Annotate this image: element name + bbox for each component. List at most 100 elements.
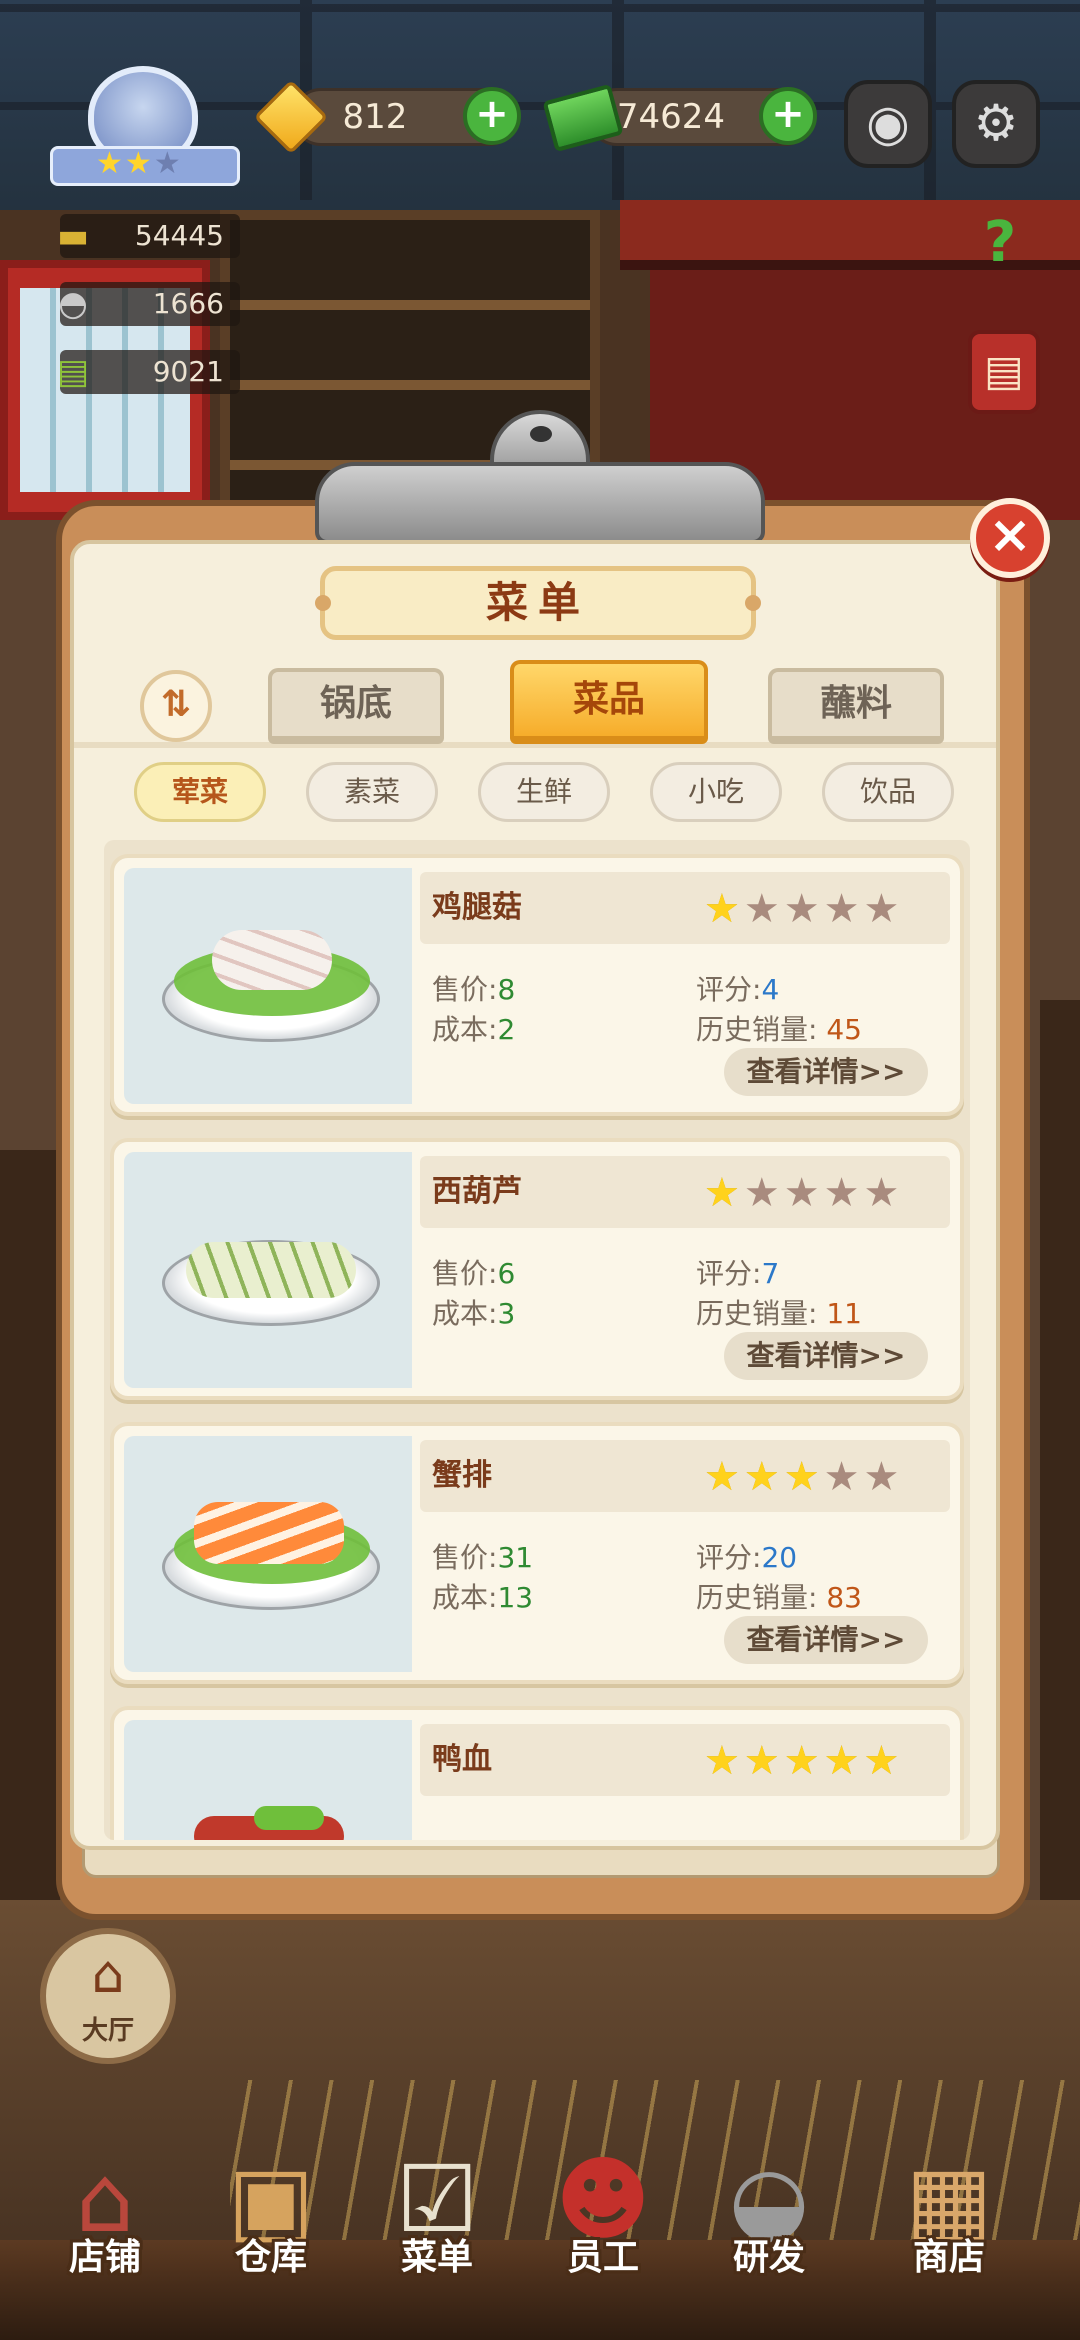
badge-star-icon: ★ bbox=[96, 146, 125, 181]
menu-title: 菜单 bbox=[485, 578, 590, 627]
dish-name: 鸡腿菇 bbox=[432, 890, 522, 925]
nav-store-label: 店铺 bbox=[68, 2237, 141, 2278]
star-empty-icon: ★ bbox=[783, 886, 824, 932]
badge-stars: ★★★ bbox=[96, 146, 183, 181]
stat-coins-value: 54445 bbox=[134, 219, 224, 252]
category-fresh[interactable]: 生鲜 bbox=[478, 762, 610, 822]
help-book-button[interactable]: ? bbox=[960, 210, 1040, 290]
sales-value: 83 bbox=[826, 1581, 862, 1614]
dish-cost: 成本:3 bbox=[432, 1292, 515, 1332]
restaurant-level-badge[interactable]: ★★★ bbox=[50, 58, 240, 188]
stat-reputation-value: 9021 bbox=[152, 355, 224, 388]
help-book-icon: ? bbox=[983, 210, 1017, 275]
add-gems-button[interactable]: + bbox=[463, 87, 521, 145]
star-empty-icon: ★ bbox=[743, 1170, 784, 1216]
right-pillar bbox=[1040, 1000, 1080, 1950]
dish-card[interactable]: 蟹排 ★★★★★ 售价:31 成本:13 评分:20 历史销量: 83 查看详情… bbox=[110, 1422, 964, 1684]
tab-soup-base[interactable]: 锅底 bbox=[268, 668, 444, 744]
hall-label: 大厅 bbox=[81, 2016, 134, 2046]
cost-label: 成本: bbox=[432, 1013, 498, 1046]
star-empty-icon: ★ bbox=[823, 1170, 864, 1216]
sales-label: 历史销量: bbox=[696, 1581, 818, 1614]
dish-price: 售价:31 bbox=[432, 1536, 533, 1576]
category-vegetable-label: 素菜 bbox=[343, 775, 400, 808]
price-value: 8 bbox=[497, 973, 516, 1006]
score-value: 4 bbox=[761, 973, 780, 1006]
dish-sales: 历史销量: 45 bbox=[696, 1008, 862, 1048]
category-drinks-label: 饮品 bbox=[859, 775, 916, 808]
star-empty-icon: ★ bbox=[863, 1170, 904, 1216]
star-empty-icon: ★ bbox=[863, 886, 904, 932]
dish-thumbnail bbox=[124, 1436, 412, 1672]
dish-cost: 成本:13 bbox=[432, 1576, 533, 1616]
nav-research-label: 研发 bbox=[732, 2237, 805, 2278]
category-meat[interactable]: 荤菜 bbox=[134, 762, 266, 822]
dish-stars: ★★★★★ bbox=[704, 1170, 903, 1216]
coin-pile-icon: ▬ bbox=[56, 216, 90, 256]
dish-price: 售价:6 bbox=[432, 1252, 515, 1292]
score-value: 7 bbox=[761, 1257, 780, 1290]
star-filled-icon: ★ bbox=[783, 1454, 824, 1500]
scroll-icon: ▤ bbox=[984, 346, 1024, 395]
dish-thumbnail bbox=[124, 1152, 412, 1388]
score-value: 20 bbox=[761, 1541, 798, 1574]
tab-sauces-label: 蘸料 bbox=[819, 683, 892, 724]
tab-dishes-label: 菜品 bbox=[572, 679, 645, 720]
badge-star-icon: ★ bbox=[124, 146, 154, 181]
dish-card[interactable]: 鸡腿菇 ★★★★★ 售价:8 成本:2 评分:4 历史销量: 45 查看详情>> bbox=[110, 854, 964, 1116]
close-icon: × bbox=[988, 505, 1032, 565]
dish-price: 售价:8 bbox=[432, 968, 515, 1008]
price-value: 31 bbox=[497, 1541, 534, 1574]
cost-value: 2 bbox=[497, 1013, 516, 1046]
dish-name: 鸭血 bbox=[432, 1742, 492, 1777]
side-book-button[interactable]: ▤ bbox=[968, 330, 1040, 414]
view-details-button[interactable]: 查看详情>> bbox=[724, 1616, 928, 1664]
nav-warehouse-label: 仓库 bbox=[234, 2237, 307, 2278]
category-snack-label: 小吃 bbox=[687, 775, 744, 808]
star-filled-icon: ★ bbox=[704, 1454, 744, 1500]
clipboard-clip bbox=[315, 410, 765, 544]
tab-sauces[interactable]: 蘸料 bbox=[768, 668, 944, 744]
category-fresh-label: 生鲜 bbox=[515, 775, 572, 808]
dish-card[interactable]: 西葫芦 ★★★★★ 售价:6 成本:3 评分:7 历史销量: 11 查看详情>> bbox=[110, 1138, 964, 1400]
tab-soup-base-label: 锅底 bbox=[319, 683, 392, 724]
cost-label: 成本: bbox=[432, 1581, 498, 1614]
hall-button[interactable]: ⌂ 大厅 bbox=[40, 1928, 176, 2064]
dish-thumbnail bbox=[124, 1720, 412, 1840]
dish-stars: ★★★★★ bbox=[704, 1738, 903, 1784]
star-filled-icon: ★ bbox=[743, 1738, 784, 1784]
cloche-icon: ◓ bbox=[58, 284, 88, 324]
dish-cost: 成本:2 bbox=[432, 1008, 515, 1048]
category-snack[interactable]: 小吃 bbox=[650, 762, 782, 822]
star-filled-icon: ★ bbox=[704, 886, 744, 932]
dish-list[interactable]: 鸡腿菇 ★★★★★ 售价:8 成本:2 评分:4 历史销量: 45 查看详情>>… bbox=[104, 840, 970, 1840]
view-details-button[interactable]: 查看详情>> bbox=[724, 1332, 928, 1380]
settings-button[interactable]: ⚙ bbox=[952, 80, 1040, 168]
add-cash-button[interactable]: + bbox=[759, 87, 817, 145]
star-empty-icon: ★ bbox=[783, 1170, 824, 1216]
sort-button[interactable]: ⇅ bbox=[140, 670, 212, 742]
badge-star-empty-icon: ★ bbox=[153, 146, 183, 181]
gear-icon: ⚙ bbox=[973, 94, 1019, 152]
cash-counter: 74624 + bbox=[588, 87, 817, 146]
tab-dishes[interactable]: 菜品 bbox=[510, 660, 708, 744]
camera-button[interactable]: ◉ bbox=[844, 80, 932, 168]
category-drinks[interactable]: 饮品 bbox=[822, 762, 954, 822]
category-vegetable[interactable]: 素菜 bbox=[306, 762, 438, 822]
dish-score: 评分:4 bbox=[696, 968, 779, 1008]
nav-shop-label: 商店 bbox=[912, 2237, 985, 2278]
cost-label: 成本: bbox=[432, 1297, 498, 1330]
star-empty-icon: ★ bbox=[743, 886, 784, 932]
sales-value: 11 bbox=[826, 1297, 862, 1330]
star-filled-icon: ★ bbox=[823, 1738, 864, 1784]
dish-card[interactable]: 鸭血 ★★★★★ bbox=[110, 1706, 964, 1840]
star-filled-icon: ★ bbox=[783, 1738, 824, 1784]
price-label: 售价: bbox=[432, 973, 498, 1006]
dish-sales: 历史销量: 83 bbox=[696, 1576, 862, 1616]
view-details-button[interactable]: 查看详情>> bbox=[724, 1048, 928, 1096]
close-menu-button[interactable]: × bbox=[970, 498, 1050, 578]
menu-panel: 菜单 ⇅ 锅底 菜品 蘸料 荤菜 素菜 生鲜 小吃 饮品 鸡腿菇 ★★★★★ 售… bbox=[70, 540, 1000, 1850]
score-label: 评分: bbox=[696, 1541, 762, 1574]
dish-score: 评分:7 bbox=[696, 1252, 779, 1292]
star-empty-icon: ★ bbox=[823, 1454, 864, 1500]
